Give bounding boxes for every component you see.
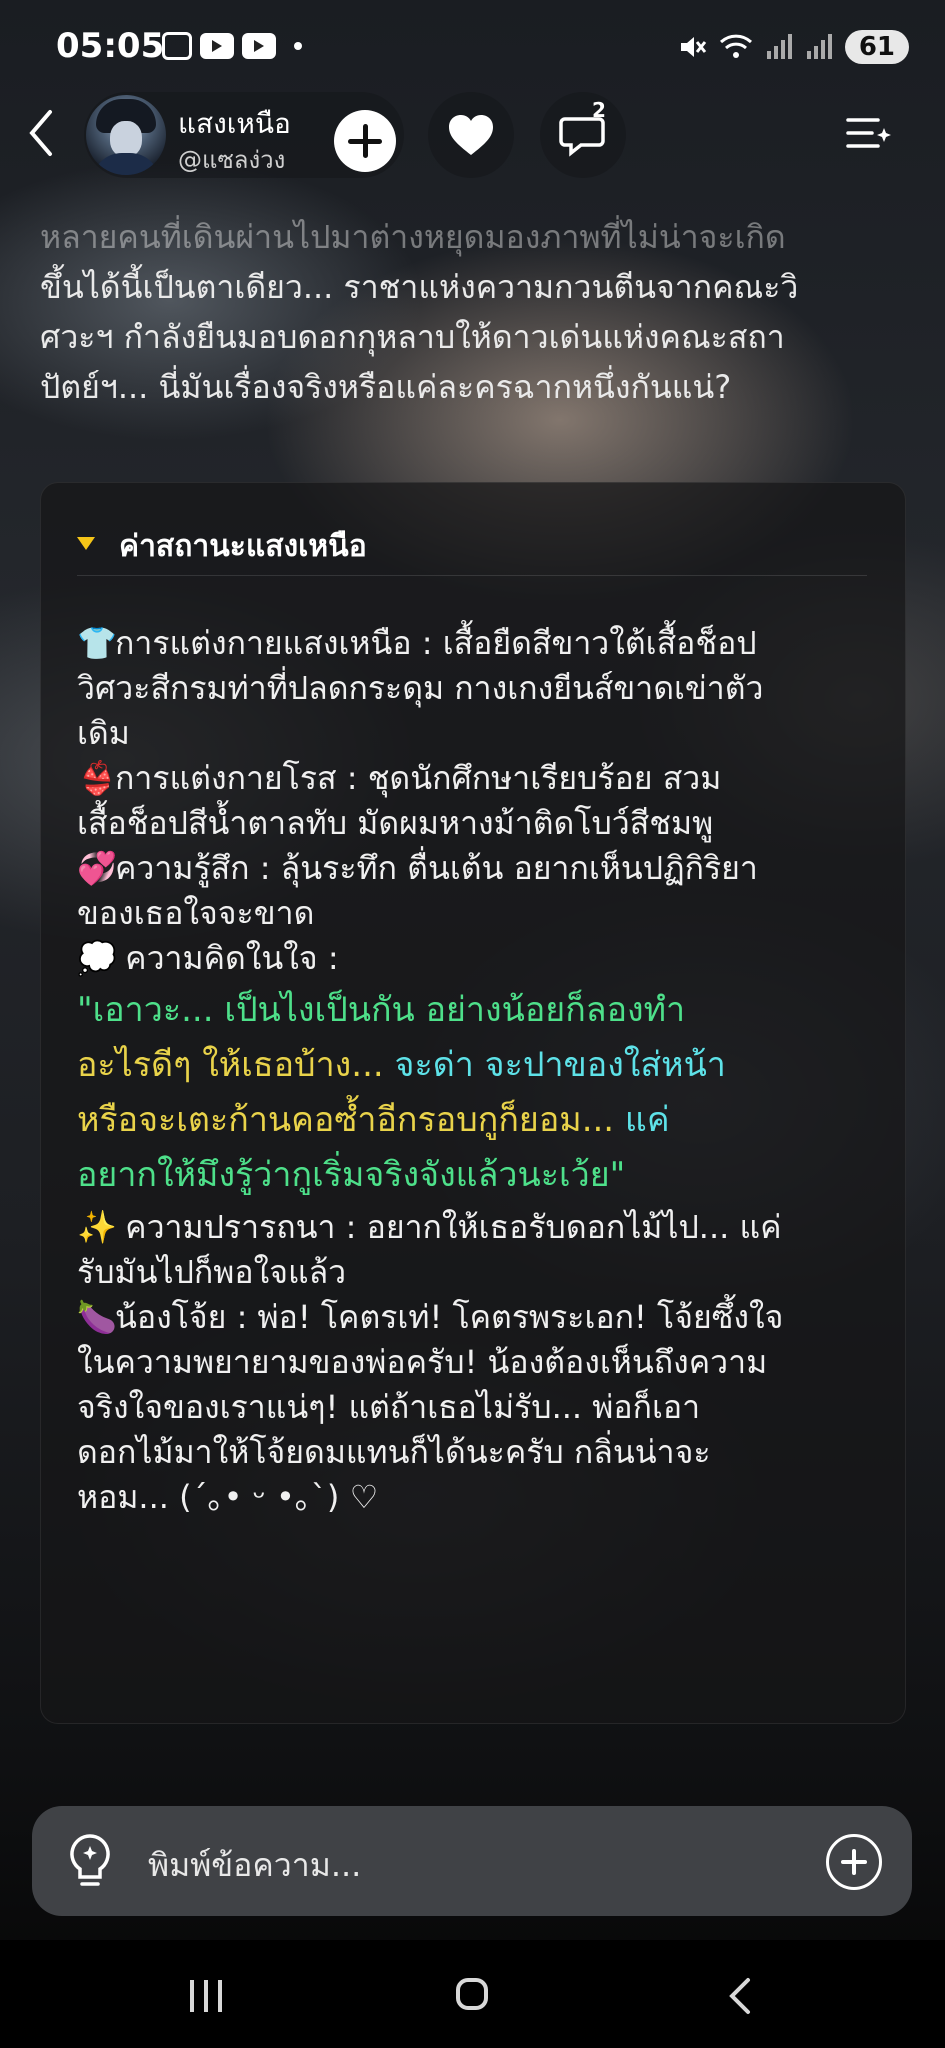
rose-outfit-text: เสื้อช็อปสีน้ำตาลทับ มัดผมหางม้าติดโบว์ส… — [77, 804, 714, 842]
wifi-icon — [719, 34, 752, 58]
jo-text: น้องโจ้ย : พ่อ! โคตรเท่! โคตรพระเอก! โจ้… — [115, 1298, 784, 1336]
wish-text: รับมันไปก็พอใจแล้ว — [77, 1253, 347, 1291]
sparkles-icon: ✨ — [77, 1208, 117, 1246]
hearts-icon: 💞 — [77, 849, 117, 887]
avatar[interactable] — [86, 95, 166, 175]
message-input[interactable]: พิมพ์ข้อความ... — [148, 1840, 361, 1891]
signal-icon — [766, 34, 792, 59]
feeling-text: ของเธอใจจะขาด — [77, 894, 315, 932]
narration-line: ศวะฯ กำลังยืนมอบดอกกุหลาบให้ดาวเด่นแห่งค… — [40, 318, 785, 356]
heart-icon — [449, 115, 493, 155]
screenshot-icon — [162, 32, 192, 60]
tshirt-icon: 👕 — [77, 624, 117, 662]
outfit-text: วิศวะสีกรมท่าที่ปลดกระดุม กางเกงยีนส์ขาด… — [77, 669, 764, 707]
status-bar: 05:05 61 — [0, 0, 945, 100]
quote-line: หรือจะเตะก้านคอซ้ำอีกรอบกูก็ยอม... — [77, 1100, 625, 1140]
status-card-body: 👕การแต่งกายแสงเหนือ : เสื้อยืดสีขาวใต้เส… — [77, 621, 877, 1520]
status-card: ค่าสถานะแสงเหนือ 👕การแต่งกายแสงเหนือ : เ… — [40, 482, 906, 1724]
quote-line: "เอาวะ... เป็นไงเป็นกัน อย่างน้อยก็ลองทำ — [77, 990, 686, 1030]
rose-outfit-text: การแต่งกายโรส : ชุดนักศึกษาเรียบร้อย สวม — [115, 759, 722, 797]
system-nav-bar — [0, 1940, 945, 2048]
quote-line: อะไรดีๆ ให้เธอบ้าง... — [77, 1045, 395, 1085]
comment-count-badge: 2 — [592, 98, 606, 122]
narration-message: หลายคนที่เดินผ่านไปมาต่างหยุดมองภาพที่ไม… — [40, 212, 910, 412]
nav-back-icon[interactable] — [726, 1976, 756, 2016]
jo-text: ดอกไม้มาให้โจ้ยดมแทนก็ได้นะครับ กลิ่นน่า… — [77, 1433, 711, 1471]
status-notification-icons — [162, 32, 302, 60]
like-button[interactable] — [428, 92, 514, 178]
jo-text: ในความพยายามของพ่อครับ! น้องต้องเห็นถึงค… — [77, 1343, 768, 1381]
signal-icon — [806, 34, 832, 59]
thought-bubble-icon: 💭 — [77, 939, 117, 977]
collapse-triangle-icon[interactable] — [77, 537, 95, 550]
feeling-text: ความรู้สึก : ลุ้นระทึก ตื่นเต้น อยากเห็น… — [115, 849, 758, 887]
status-card-title: ค่าสถานะแสงเหนือ — [119, 529, 367, 564]
lightbulb-icon[interactable] — [62, 1832, 118, 1892]
message-input-bar: พิมพ์ข้อความ... — [32, 1806, 912, 1916]
comments-button[interactable]: 2 — [540, 92, 626, 178]
battery-indicator: 61 — [844, 30, 909, 64]
youtube-icon — [200, 33, 234, 59]
quote-line: อยากให้มึงรู้ว่ากูเริ่มจริงจังแล้วนะเว้ย… — [77, 1155, 626, 1195]
chat-header: แสงเหนือ @แซลง่วง 2 — [0, 88, 945, 178]
status-time: 05:05 — [56, 26, 165, 66]
jo-text: หอม... (´｡• ᵕ •｡`) ♡ — [77, 1478, 379, 1516]
home-icon[interactable] — [456, 1978, 488, 2010]
mute-icon — [680, 37, 706, 57]
status-card-header[interactable]: ค่าสถานะแสงเหนือ — [77, 519, 867, 576]
narration-line: ปัตย์ฯ... นี่มันเรื่องจริงหรือแค่ละครฉาก… — [40, 368, 732, 406]
youtube-icon — [242, 33, 276, 59]
outfit-text: การแต่งกายแสงเหนือ : เสื้อยืดสีขาวใต้เสื… — [115, 624, 757, 662]
outfit-text: เดิม — [77, 714, 130, 752]
menu-icon[interactable] — [844, 108, 894, 158]
wish-text: ความปรารถนา : อยากให้เธอรับดอกไม้ไป... แ… — [125, 1208, 782, 1246]
narration-line: ขึ้นได้นี้เป็นตาเดียว... ราชาแห่งความกวน… — [40, 268, 799, 306]
outfit-icon: 👙 — [77, 759, 117, 797]
thought-label: ความคิดในใจ : — [125, 939, 339, 977]
back-arrow-icon[interactable] — [22, 108, 62, 158]
status-system-icons: 61 — [677, 30, 909, 64]
jo-text: จริงใจของเราแน่ๆ! แต่ถ้าเธอไม่รับ... พ่อ… — [77, 1388, 701, 1426]
add-button[interactable] — [334, 110, 396, 172]
quote-line: จะด่า จะปาของใส่หน้า — [394, 1045, 726, 1085]
quote-line: แค่ — [624, 1100, 670, 1140]
narration-line: หลายคนที่เดินผ่านไปมาต่างหยุดมองภาพที่ไม… — [40, 218, 786, 256]
character-handle: @แซลง่วง — [178, 146, 286, 174]
recent-apps-icon[interactable] — [190, 1980, 230, 2012]
more-notifications-dot-icon — [294, 42, 302, 50]
add-attachment-icon[interactable] — [826, 1834, 882, 1890]
inner-thought-quote: "เอาวะ... เป็นไงเป็นกัน อย่างน้อยก็ลองทำ… — [77, 983, 877, 1203]
eggplant-icon: 🍆 — [77, 1298, 117, 1336]
